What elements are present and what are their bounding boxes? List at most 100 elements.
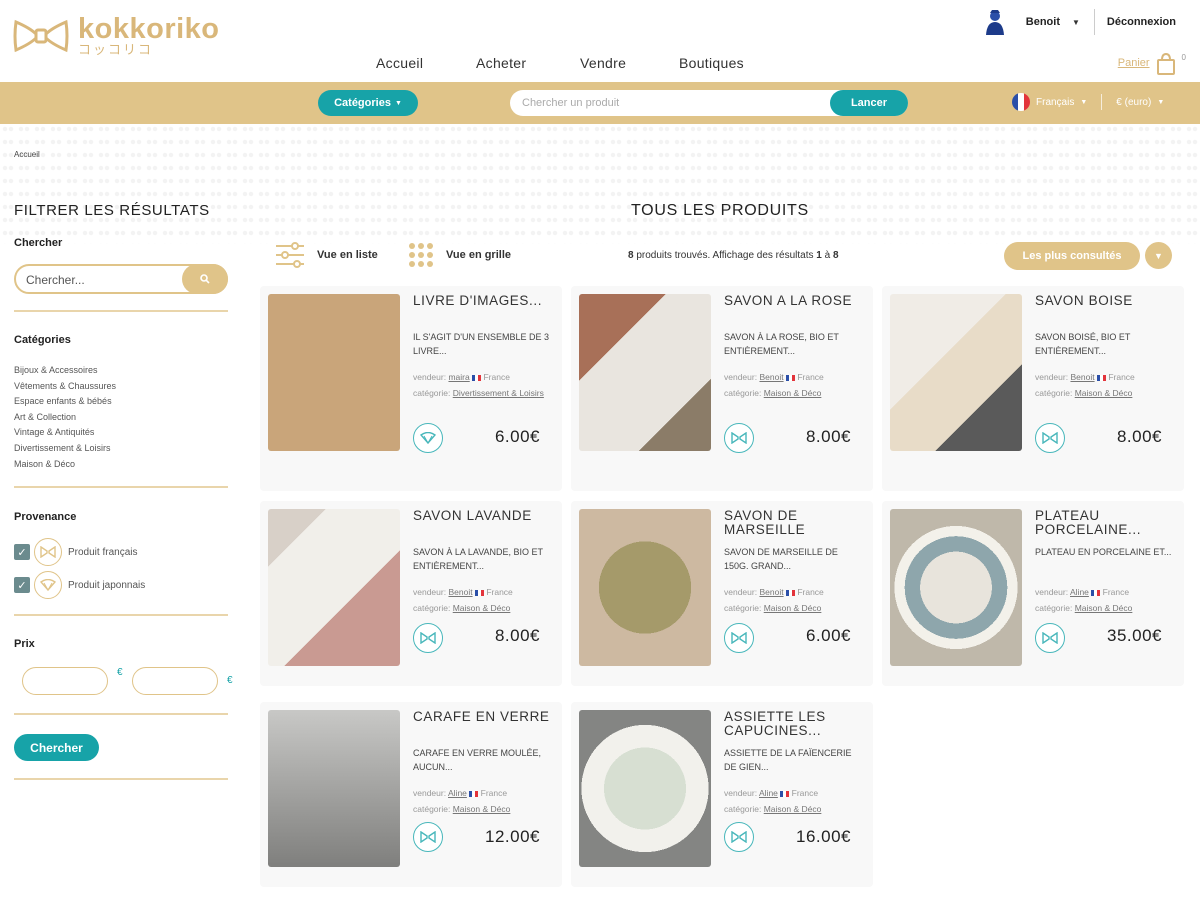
list-view-label: Vue en liste (317, 249, 378, 261)
currency-select[interactable]: € (euro) (1116, 97, 1151, 108)
flag-icon (469, 790, 479, 797)
sidebar-search-placeholder: Chercher... (26, 273, 85, 287)
avatar[interactable] (984, 9, 1006, 35)
category-enfants[interactable]: Espace enfants & bébés (14, 394, 116, 410)
language-select[interactable]: Français (1036, 97, 1074, 108)
category-vintage[interactable]: Vintage & Antiquités (14, 425, 116, 441)
seller-link[interactable]: Aline (1070, 587, 1089, 597)
checkbox-checked-icon[interactable]: ✓ (14, 577, 30, 593)
category-art[interactable]: Art & Collection (14, 410, 116, 426)
product-image[interactable] (890, 509, 1022, 666)
fan-icon (413, 423, 443, 453)
grid-view-toggle[interactable]: Vue en grille (408, 242, 511, 268)
category-vetements[interactable]: Vêtements & Chaussures (14, 379, 116, 395)
sort-caret-icon[interactable]: ▼ (1145, 242, 1172, 269)
product-title[interactable]: SAVON A LA ROSE (724, 294, 864, 308)
product-title[interactable]: SAVON LAVANDE (413, 509, 553, 523)
seller-country: France (797, 372, 824, 382)
product-image[interactable] (268, 710, 400, 867)
provenance-japan[interactable]: ✓ Produit japonnais (14, 571, 145, 599)
grid-view-icon (409, 243, 433, 267)
sidebar-search-input[interactable]: Chercher... (14, 264, 228, 294)
list-view-icon (276, 242, 304, 268)
product-title[interactable]: ASSIETTE LES CAPUCINES... (724, 710, 864, 738)
category-link[interactable]: Maison & Déco (1075, 388, 1133, 398)
flag-icon (1091, 589, 1101, 596)
category-divertissement[interactable]: Divertissement & Loisirs (14, 441, 116, 457)
product-image[interactable] (268, 294, 400, 451)
category-maison[interactable]: Maison & Déco (14, 457, 116, 473)
category-label: catégorie: (1035, 602, 1073, 613)
category-link[interactable]: Divertissement & Loisirs (453, 388, 544, 398)
product-title[interactable]: SAVON BOISE (1035, 294, 1175, 308)
product-image[interactable] (890, 294, 1022, 451)
seller-link[interactable]: maira (448, 372, 469, 382)
product-card[interactable]: CARAFE EN VERRE CARAFE EN VERRE MOULÉE, … (260, 702, 562, 887)
cart[interactable]: Panier 0 (1118, 53, 1186, 75)
product-card[interactable]: PLATEAU PORCELAINE... PLATEAU EN PORCELA… (882, 501, 1184, 686)
price-min-input[interactable] (22, 667, 108, 695)
checkbox-checked-icon[interactable]: ✓ (14, 544, 30, 560)
cart-label[interactable]: Panier (1118, 57, 1150, 69)
shopping-bag-icon[interactable] (1156, 53, 1176, 75)
provenance-japan-label: Produit japonnais (68, 579, 146, 591)
product-card[interactable]: SAVON LAVANDE SAVON À LA LAVANDE, BIO ET… (260, 501, 562, 686)
nav-acheter[interactable]: Acheter (476, 55, 580, 71)
product-title[interactable]: LIVRE D'IMAGES... (413, 294, 553, 308)
seller-link[interactable]: Benoit (759, 587, 783, 597)
category-link[interactable]: Maison & Déco (453, 804, 511, 814)
currency-caret-icon[interactable]: ▼ (1157, 99, 1164, 106)
product-title[interactable]: PLATEAU PORCELAINE... (1035, 509, 1175, 537)
provenance-france[interactable]: ✓ Produit français (14, 538, 137, 566)
filter-search-button[interactable]: Chercher (14, 734, 99, 761)
language-caret-icon[interactable]: ▼ (1080, 99, 1087, 106)
product-title[interactable]: SAVON DE MARSEILLE (724, 509, 864, 537)
product-card[interactable]: SAVON DE MARSEILLE SAVON DE MARSEILLE DE… (571, 501, 873, 686)
category-bijoux[interactable]: Bijoux & Accessoires (14, 363, 116, 379)
product-image[interactable] (579, 710, 711, 867)
seller-link[interactable]: Benoit (448, 587, 472, 597)
flag-icon (785, 589, 795, 596)
product-card[interactable]: SAVON A LA ROSE SAVON À LA ROSE, BIO ET … (571, 286, 873, 491)
nav-accueil[interactable]: Accueil (376, 55, 476, 71)
product-image[interactable] (268, 509, 400, 666)
category-link[interactable]: Maison & Déco (1075, 603, 1133, 613)
category-list: Bijoux & Accessoires Vêtements & Chaussu… (14, 363, 116, 472)
nav-vendre[interactable]: Vendre (580, 55, 679, 71)
seller-link[interactable]: Benoit (759, 372, 783, 382)
sort-button[interactable]: Les plus consultés (1004, 242, 1140, 270)
categories-button[interactable]: Catégories ▼ (318, 90, 418, 116)
product-card[interactable]: SAVON BOISE SAVON BOISÉ, BIO ET ENTIÈREM… (882, 286, 1184, 491)
logout-link[interactable]: Déconnexion (1107, 16, 1176, 28)
category-label: catégorie: (724, 602, 762, 613)
flag-icon (785, 374, 795, 381)
price-max-input[interactable] (132, 667, 218, 695)
seller-country: France (486, 587, 513, 597)
sidebar-search-button[interactable] (182, 264, 228, 294)
seller-label: vendeur: (1035, 372, 1069, 382)
category-link[interactable]: Maison & Déco (764, 804, 822, 814)
user-menu-caret-icon[interactable]: ▼ (1072, 18, 1080, 27)
categories-heading: Catégories (14, 334, 71, 346)
user-name[interactable]: Benoit (1026, 16, 1060, 28)
results-count: 8 produits trouvés. Affichage des résult… (628, 250, 839, 261)
seller-link[interactable]: Aline (759, 788, 778, 798)
divider (14, 310, 228, 312)
launch-search-button[interactable]: Lancer (830, 90, 908, 116)
product-image[interactable] (579, 294, 711, 451)
product-image[interactable] (579, 509, 711, 666)
product-card[interactable]: ASSIETTE LES CAPUCINES... ASSIETTE DE LA… (571, 702, 873, 887)
breadcrumb[interactable]: Accueil (14, 150, 40, 159)
site-logo[interactable]: kokkoriko コッコリコ (12, 14, 220, 58)
seller-link[interactable]: Aline (448, 788, 467, 798)
nav-boutiques[interactable]: Boutiques (679, 55, 744, 71)
product-card[interactable]: LIVRE D'IMAGES... IL S'AGIT D'UN ENSEMBL… (260, 286, 562, 491)
category-link[interactable]: Maison & Déco (453, 603, 511, 613)
product-title[interactable]: CARAFE EN VERRE (413, 710, 553, 724)
category-link[interactable]: Maison & Déco (764, 388, 822, 398)
seller-link[interactable]: Benoit (1070, 372, 1094, 382)
list-view-toggle[interactable]: Vue en liste (275, 242, 378, 268)
product-search-input[interactable]: Chercher un produit Lancer (510, 90, 908, 116)
french-flag-icon[interactable] (1012, 93, 1030, 111)
category-link[interactable]: Maison & Déco (764, 603, 822, 613)
